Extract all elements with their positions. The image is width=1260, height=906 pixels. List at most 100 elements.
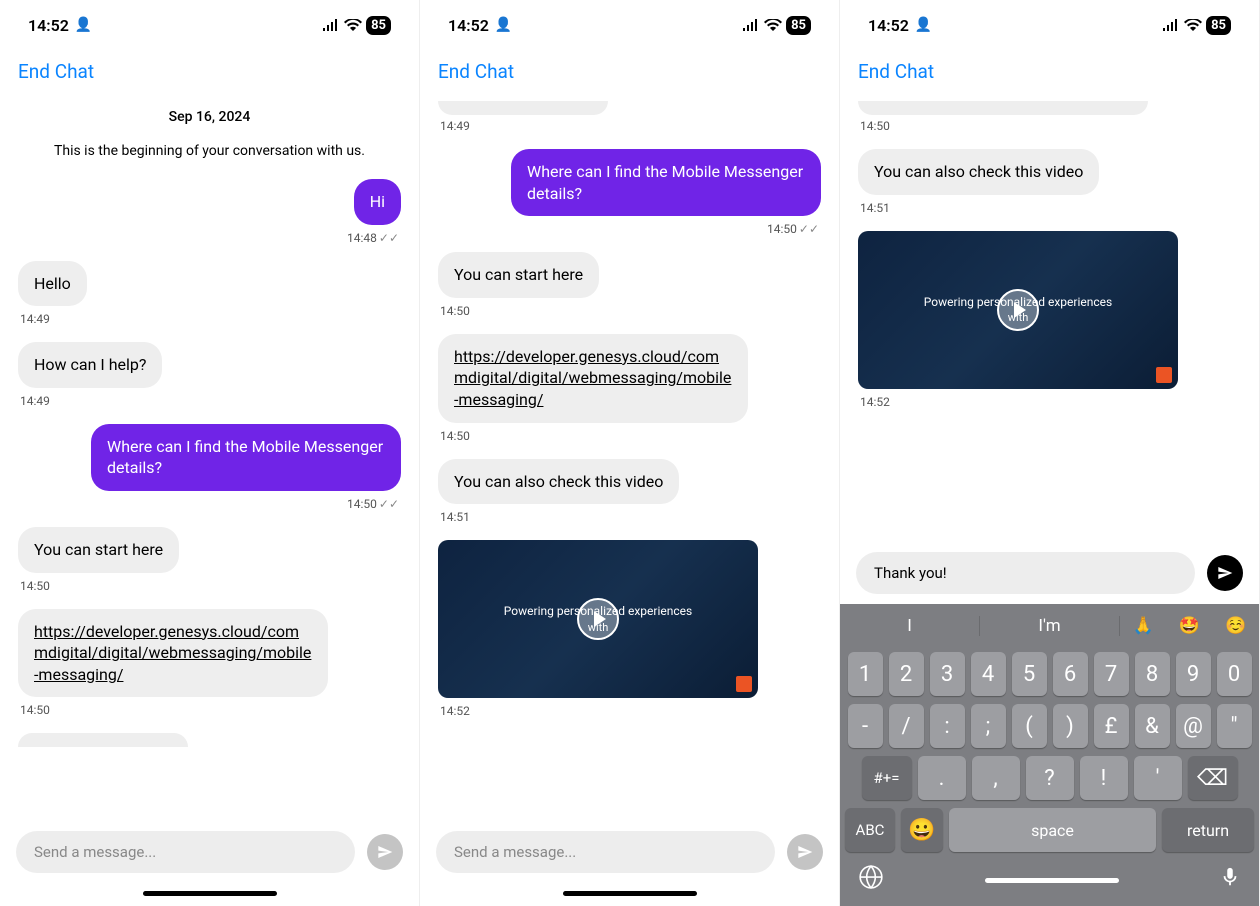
key[interactable]: 2	[889, 652, 924, 696]
message-input-bar: Send a message...	[420, 817, 839, 883]
timestamp: 14:50	[20, 703, 399, 717]
chat-scroll-area[interactable]: 14:50 You can also check this video 14:5…	[840, 91, 1259, 538]
message-link[interactable]: https://developer.genesys.cloud/commdigi…	[454, 347, 731, 409]
key-row-1: 1 2 3 4 5 6 7 8 9 0	[840, 648, 1259, 700]
chat-header: End Chat	[420, 50, 839, 91]
message-bubble-in[interactable]: Hello	[18, 261, 87, 307]
screen-3: 14:52 👤 85 End Chat 14:50 You can also c…	[840, 0, 1260, 906]
key[interactable]: 6	[1053, 652, 1088, 696]
message-bubble-in[interactable]: You can start here	[438, 252, 599, 298]
screen-2: 14:52 👤 85 End Chat 14:49 Where can I fi…	[420, 0, 840, 906]
key[interactable]: ;	[971, 704, 1006, 748]
backspace-key[interactable]: ⌫	[1188, 756, 1238, 800]
message-row: https://developer.genesys.cloud/commdigi…	[18, 609, 401, 698]
suggestion[interactable]: I'm	[980, 616, 1120, 636]
status-time: 14:52	[868, 16, 909, 35]
chat-header: End Chat	[0, 50, 419, 91]
message-input[interactable]: Thank you!	[856, 552, 1195, 594]
message-bubble-in-link[interactable]: https://developer.genesys.cloud/commdigi…	[438, 334, 748, 423]
key[interactable]: '	[1134, 756, 1182, 800]
key[interactable]: /	[889, 704, 924, 748]
message-input[interactable]: Send a message...	[16, 831, 355, 873]
key[interactable]: 0	[1217, 652, 1252, 696]
return-key[interactable]: return	[1162, 808, 1254, 852]
battery-badge: 85	[366, 16, 391, 35]
message-row: Where can I find the Mobile Messenger de…	[18, 424, 401, 491]
chat-scroll-area[interactable]: Sep 16, 2024 This is the beginning of yo…	[0, 91, 419, 817]
message-bubble-in[interactable]: You can also check this video	[858, 149, 1099, 195]
key[interactable]: 8	[1135, 652, 1170, 696]
timestamp: 14:48✓✓	[20, 231, 399, 245]
send-button[interactable]	[1207, 555, 1243, 591]
key[interactable]: @	[1176, 704, 1211, 748]
suggestion[interactable]: I	[840, 616, 980, 636]
ios-keyboard[interactable]: I I'm 🙏 🤩 ☺️ 1 2 3 4 5 6 7 8 9 0 - / : ;…	[840, 604, 1259, 906]
key[interactable]: ,	[972, 756, 1020, 800]
read-checks-icon: ✓✓	[379, 231, 399, 245]
message-row: Hello	[18, 261, 401, 307]
key[interactable]: 5	[1012, 652, 1047, 696]
key[interactable]: !	[1080, 756, 1128, 800]
globe-icon[interactable]	[858, 864, 884, 896]
status-bar: 14:52 👤 85	[420, 0, 839, 50]
message-bubble-in[interactable]: You can also check this video	[438, 459, 679, 505]
message-bubble-in-link[interactable]: https://developer.genesys.cloud/commdigi…	[18, 609, 328, 698]
key[interactable]: "	[1217, 704, 1252, 748]
end-chat-button[interactable]: End Chat	[438, 60, 514, 83]
end-chat-button[interactable]: End Chat	[858, 60, 934, 83]
key[interactable]: 1	[848, 652, 883, 696]
timestamp: 14:52	[440, 704, 819, 718]
wifi-icon	[344, 16, 362, 35]
key[interactable]: 4	[971, 652, 1006, 696]
key[interactable]: :	[930, 704, 965, 748]
send-button[interactable]	[367, 834, 403, 870]
shift-symbols-key[interactable]: #+=	[862, 756, 912, 800]
message-row: Powering personalized experiences with	[438, 540, 821, 698]
emoji-suggestion[interactable]: ☺️	[1225, 616, 1246, 636]
key[interactable]: 3	[930, 652, 965, 696]
status-bar: 14:52 👤 85	[840, 0, 1259, 50]
video-source-badge	[1156, 367, 1172, 383]
key[interactable]: )	[1053, 704, 1088, 748]
message-row: You can also check this video	[858, 149, 1241, 195]
key[interactable]: -	[848, 704, 883, 748]
key[interactable]: ?	[1026, 756, 1074, 800]
message-row: Where can I find the Mobile Messenger de…	[438, 149, 821, 216]
emoji-suggestion[interactable]: 🤩	[1179, 616, 1200, 636]
emoji-suggestion[interactable]: 🙏	[1133, 616, 1154, 636]
suggestion-row: I I'm 🙏 🤩 ☺️	[840, 604, 1259, 648]
message-bubble-in[interactable]: How can I help?	[18, 342, 162, 388]
timestamp: 14:50	[860, 119, 1239, 133]
key[interactable]: 9	[1176, 652, 1211, 696]
video-thumbnail[interactable]: Powering personalized experiences with	[858, 231, 1178, 389]
abc-key[interactable]: ABC	[845, 808, 895, 852]
home-indicator[interactable]	[985, 878, 1119, 883]
end-chat-button[interactable]: End Chat	[18, 60, 94, 83]
video-thumbnail[interactable]: Powering personalized experiences with	[438, 540, 758, 698]
message-bubble-in[interactable]: You can start here	[18, 527, 179, 573]
mic-icon[interactable]	[1219, 864, 1241, 896]
message-row: How can I help?	[18, 342, 401, 388]
message-bubble-out[interactable]: Where can I find the Mobile Messenger de…	[91, 424, 401, 491]
message-bubble-out[interactable]: Hi	[354, 179, 401, 225]
chat-scroll-area[interactable]: 14:49 Where can I find the Mobile Messen…	[420, 91, 839, 817]
wifi-icon	[1184, 16, 1202, 35]
key[interactable]: .	[918, 756, 966, 800]
emoji-key[interactable]: 😀	[901, 808, 943, 852]
key[interactable]: &	[1135, 704, 1170, 748]
message-link[interactable]: https://developer.genesys.cloud/commdigi…	[34, 622, 311, 684]
key[interactable]: 7	[1094, 652, 1129, 696]
home-indicator[interactable]	[563, 891, 697, 896]
person-icon: 👤	[495, 17, 512, 33]
date-separator: Sep 16, 2024	[18, 109, 401, 125]
send-button[interactable]	[787, 834, 823, 870]
chat-header: End Chat	[840, 50, 1259, 91]
home-indicator[interactable]	[143, 891, 277, 896]
key[interactable]: (	[1012, 704, 1047, 748]
status-bar: 14:52 👤 85	[0, 0, 419, 50]
space-key[interactable]: space	[949, 808, 1156, 852]
cellular-icon	[322, 16, 340, 35]
key[interactable]: £	[1094, 704, 1129, 748]
message-bubble-out[interactable]: Where can I find the Mobile Messenger de…	[511, 149, 821, 216]
message-input[interactable]: Send a message...	[436, 831, 775, 873]
